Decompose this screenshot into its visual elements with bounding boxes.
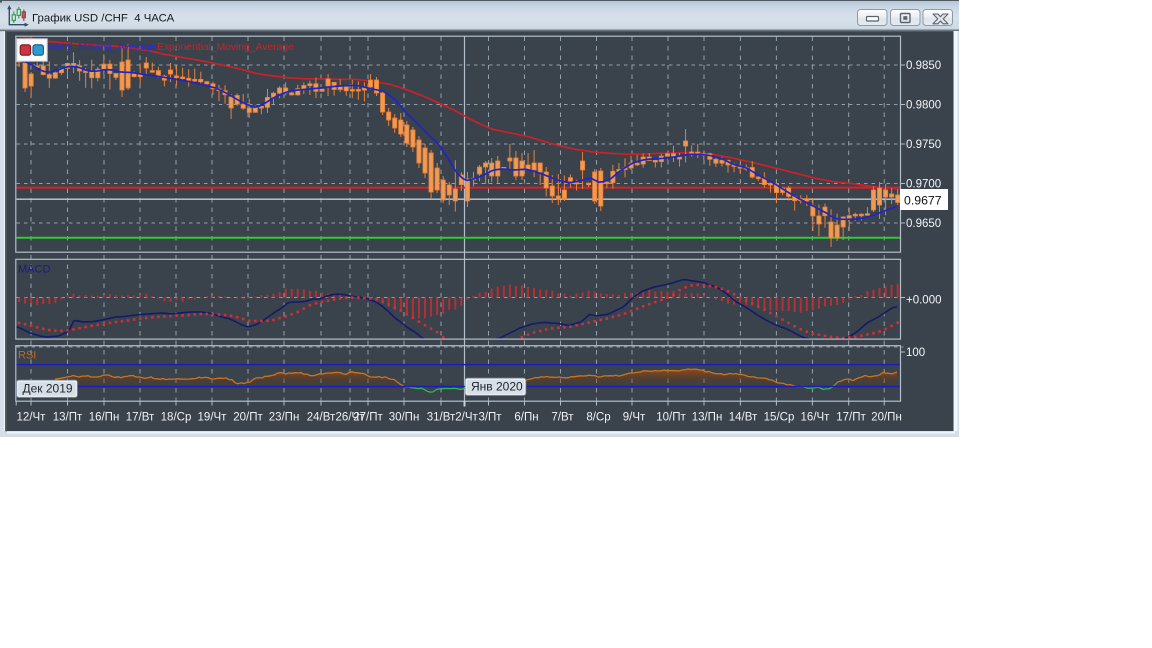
svg-text:8/Ср: 8/Ср — [586, 412, 610, 424]
svg-text:6/Пн: 6/Пн — [514, 412, 538, 424]
svg-text:24/Вт: 24/Вт — [307, 412, 336, 424]
svg-text:13/Пт: 13/Пт — [53, 412, 83, 424]
svg-text:27/Пт: 27/Пт — [353, 412, 383, 424]
svg-text:31/Вт: 31/Вт — [427, 412, 456, 424]
svg-text:100: 100 — [906, 347, 925, 359]
svg-text:Дек 2019: Дек 2019 — [23, 382, 73, 396]
svg-text:ential_Moving_Average: ential_Moving_Average — [48, 41, 156, 53]
svg-text:Янв 2020: Янв 2020 — [471, 380, 523, 394]
svg-text:График USD /CHF 4 ЧАСА: График USD /CHF 4 ЧАСА — [32, 12, 175, 24]
svg-text:16/Пн: 16/Пн — [89, 412, 120, 424]
svg-text:17/Вт: 17/Вт — [126, 412, 155, 424]
svg-text:12/Чт: 12/Чт — [17, 412, 47, 424]
svg-text:0.9850: 0.9850 — [906, 60, 941, 72]
svg-text:10/Пт: 10/Пт — [656, 412, 686, 424]
svg-text:19/Чт: 19/Чт — [198, 412, 228, 424]
svg-text:0.9800: 0.9800 — [906, 100, 941, 112]
svg-text:+0.000: +0.000 — [906, 295, 942, 307]
svg-text:16/Чт: 16/Чт — [801, 412, 831, 424]
svg-text:0.9677: 0.9677 — [904, 194, 942, 208]
svg-text:MACD: MACD — [18, 264, 50, 276]
svg-text:20/Пт: 20/Пт — [233, 412, 263, 424]
svg-text:7/Вт: 7/Вт — [551, 412, 574, 424]
svg-text:Exponential_Moving_Average: Exponential_Moving_Average — [157, 41, 294, 53]
svg-text:3/Пт: 3/Пт — [478, 412, 502, 424]
svg-text:18/Ср: 18/Ср — [161, 412, 192, 424]
svg-text:0.9650: 0.9650 — [906, 218, 941, 230]
svg-text:14/Вт: 14/Вт — [729, 412, 758, 424]
svg-text:20/Пн: 20/Пн — [871, 412, 902, 424]
svg-text:17/Пт: 17/Пт — [836, 412, 866, 424]
svg-text:13/Пн: 13/Пн — [692, 412, 723, 424]
svg-text:2/Чт: 2/Чт — [455, 412, 478, 424]
svg-text:15/Ср: 15/Ср — [764, 412, 795, 424]
svg-text:0.9700: 0.9700 — [906, 179, 941, 191]
svg-text:RSI: RSI — [18, 350, 36, 362]
svg-text:0.9750: 0.9750 — [906, 139, 941, 151]
svg-text:30/Пн: 30/Пн — [389, 412, 420, 424]
svg-text:23/Пн: 23/Пн — [269, 412, 300, 424]
svg-text:9/Чт: 9/Чт — [623, 412, 646, 424]
